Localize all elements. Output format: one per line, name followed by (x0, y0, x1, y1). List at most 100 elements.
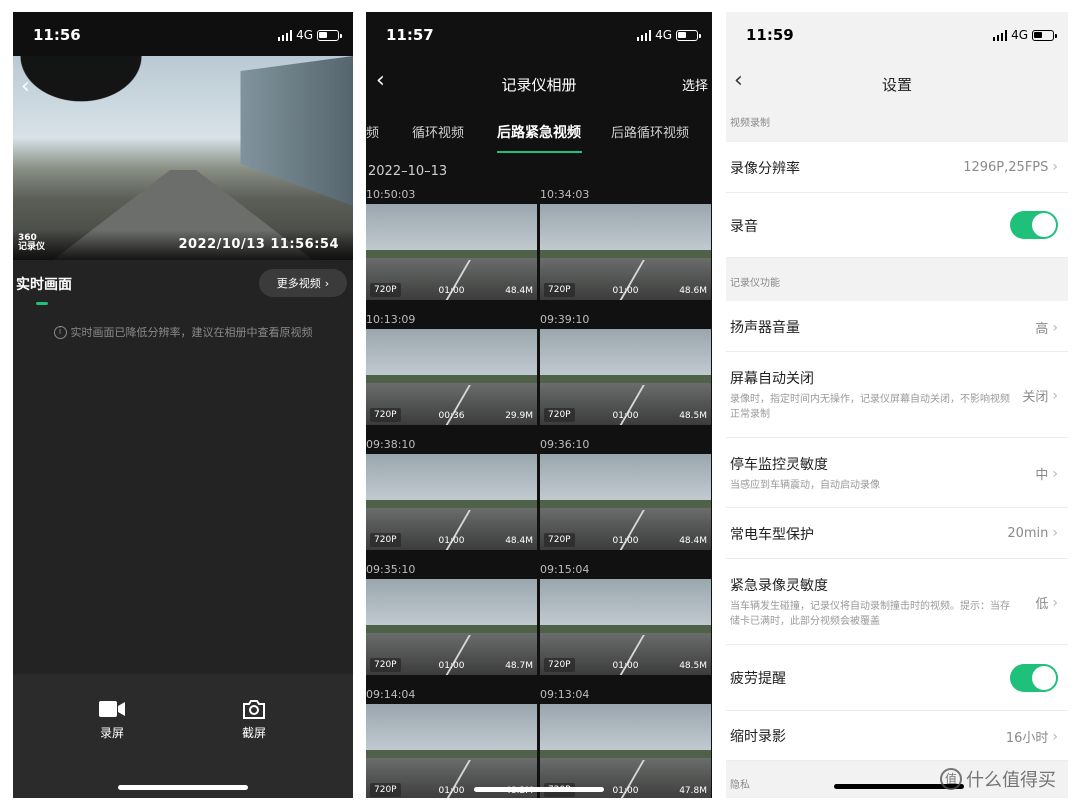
bottom-action-bar: 录屏 截屏 (13, 674, 353, 798)
settings-screen: 11:59 4G ‹ 设置 视频录制 录像分辨率 1296P,25FPS › 录音… (726, 12, 1068, 798)
video-start-time: 09:39:10 (540, 313, 590, 326)
battery-icon (676, 29, 701, 41)
record-screen-button[interactable]: 录屏 (77, 694, 147, 741)
fatigue-toggle[interactable] (1010, 664, 1058, 692)
video-thumbnail[interactable]: 720P01:0048.2M (366, 704, 537, 798)
audio-toggle[interactable] (1010, 211, 1058, 239)
video-item[interactable]: 09:15:04 720P 01:00 48.5M (540, 563, 711, 675)
chevron-right-icon: › (324, 276, 330, 290)
video-item[interactable]: 10:34:03 720P 01:00 48.6M (540, 188, 711, 300)
battery-icon (317, 29, 342, 41)
home-indicator[interactable] (118, 785, 248, 790)
back-arrow-icon[interactable]: ‹ (21, 74, 30, 99)
network-label: 4G (655, 28, 672, 42)
page-title: 设置 (881, 76, 912, 94)
chevron-right-icon: › (1052, 594, 1058, 611)
home-indicator[interactable] (474, 787, 604, 792)
video-thumbnail[interactable]: 720P 01:00 48.5M (540, 579, 711, 675)
more-videos-button[interactable]: 更多视频 › (259, 269, 347, 297)
video-size: 48.6M (679, 286, 707, 296)
site-watermark: 值 什么值得买 (940, 766, 1056, 792)
setting-battery-protection[interactable]: 常电车型保护 20min › (726, 508, 1068, 559)
setting-screen-auto-off[interactable]: 屏幕自动关闭 录像时，指定时间内无操作，记录仪屏幕自动关闭，不影响视频正常录制 … (726, 352, 1068, 438)
video-thumbnail[interactable]: 720P 01:00 48.7M (366, 579, 537, 675)
video-thumbnail[interactable]: 720P 01:00 48.4M (366, 204, 537, 300)
setting-fatigue-reminder: 疲劳提醒 (726, 645, 1068, 711)
video-start-time: 10:50:03 (366, 188, 416, 201)
info-icon: i (53, 325, 67, 339)
tab-indicator (36, 302, 48, 305)
date-header: 2022–10–13 (368, 164, 448, 179)
video-size: 48.4M (679, 536, 707, 546)
album-nav-bar: ‹ 记录仪相册 选择 (366, 62, 712, 102)
video-item[interactable]: 09:36:10 720P 01:00 48.4M (540, 438, 711, 550)
video-thumbnail[interactable]: 720P 01:00 48.4M (366, 454, 537, 550)
video-thumbnail[interactable]: 720P 00:36 29.9M (366, 329, 537, 425)
status-time: 11:56 (33, 26, 81, 44)
status-time: 11:59 (746, 26, 794, 44)
video-item[interactable]: 09:13:04 720P01:0047.8M (540, 688, 711, 798)
network-label: 4G (1011, 28, 1028, 42)
video-camera-icon (77, 694, 147, 724)
watermark-logo: 值 (940, 768, 962, 790)
album-screen: 11:57 4G ‹ 记录仪相册 选择 频 循环视频 后路紧急视频 后路循环视频… (366, 12, 712, 798)
page-title: 记录仪相册 (501, 76, 577, 94)
video-size: 48.4M (505, 286, 533, 296)
live-view-screen: 11:56 4G ‹ 360 记录仪 2022/10/13 11:56:54 实… (13, 12, 353, 798)
chevron-right-icon: › (1052, 728, 1058, 745)
section-recorder-functions: 记录仪功能 (730, 278, 780, 289)
video-start-time: 09:38:10 (366, 438, 416, 451)
tab-partial[interactable]: 频 (366, 122, 379, 141)
video-item[interactable]: 10:13:09 720P 00:36 29.9M (366, 313, 537, 425)
video-start-time: 10:34:03 (540, 188, 590, 201)
setting-speaker-volume[interactable]: 扬声器音量 高 › (726, 301, 1068, 352)
setting-timelapse[interactable]: 缩时录影 16小时 › (726, 711, 1068, 761)
settings-nav-bar: ‹ 设置 (726, 62, 1068, 106)
video-size: 48.5M (679, 661, 707, 671)
video-size: 48.5M (679, 411, 707, 421)
chevron-right-icon: › (1052, 319, 1058, 336)
video-item[interactable]: 09:39:10 720P 01:00 48.5M (540, 313, 711, 425)
tab-loop-video[interactable]: 循环视频 (412, 122, 464, 141)
signal-icon (992, 29, 1008, 41)
select-button[interactable]: 选择 (682, 75, 708, 94)
battery-icon (1032, 29, 1057, 41)
section-privacy: 隐私 (730, 780, 750, 791)
video-start-time: 09:14:04 (366, 688, 416, 701)
video-thumbnail[interactable]: 720P 01:00 48.6M (540, 204, 711, 300)
setting-audio: 录音 (726, 193, 1068, 258)
resolution-hint: i 实时画面已降低分辨率，建议在相册中查看原视频 (13, 324, 353, 340)
video-item[interactable]: 09:38:10 720P 01:00 48.4M (366, 438, 537, 550)
setting-parking-sensitivity[interactable]: 停车监控灵敏度 当感应到车辆震动，自动启动录像 中 › (726, 438, 1068, 508)
video-thumbnail[interactable]: 720P01:0047.8M (540, 704, 711, 798)
video-thumbnail[interactable]: 720P 01:00 48.4M (540, 454, 711, 550)
status-bar: 11:59 4G (726, 12, 1068, 56)
tab-rear-loop[interactable]: 后路循环视频 (611, 122, 689, 141)
video-start-time: 09:15:04 (540, 563, 590, 576)
video-size: 48.4M (505, 536, 533, 546)
video-size: 47.8M (679, 786, 707, 796)
chevron-right-icon: › (1052, 525, 1058, 541)
video-timestamp: 2022/10/13 11:56:54 (178, 237, 339, 252)
recorder-logo: 360 记录仪 (18, 233, 46, 252)
signal-icon (636, 29, 652, 41)
section-video-recording: 视频录制 (730, 118, 770, 129)
video-item[interactable]: 10:50:03 720P 01:00 48.4M (366, 188, 537, 300)
setting-resolution[interactable]: 录像分辨率 1296P,25FPS › (726, 142, 1068, 193)
live-tab-row: 实时画面 更多视频 › (13, 266, 353, 306)
status-bar: 11:57 4G (366, 12, 712, 56)
status-time: 11:57 (386, 26, 434, 44)
video-start-time: 10:13:09 (366, 313, 416, 326)
video-size: 29.9M (505, 411, 533, 421)
signal-icon (277, 29, 293, 41)
setting-emergency-sensitivity[interactable]: 紧急录像灵敏度 当车辆发生碰撞，记录仪将自动录制撞击时的视频。提示：当存储卡已满… (726, 559, 1068, 645)
tab-rear-emergency[interactable]: 后路紧急视频 (497, 122, 581, 142)
chevron-right-icon: › (1052, 159, 1058, 175)
video-item[interactable]: 09:14:04 720P01:0048.2M (366, 688, 537, 798)
screenshot-button[interactable]: 截屏 (219, 694, 289, 741)
video-thumbnail[interactable]: 720P 01:00 48.5M (540, 329, 711, 425)
status-bar: 11:56 4G (13, 12, 353, 56)
live-video-feed[interactable]: ‹ 360 记录仪 2022/10/13 11:56:54 (13, 56, 353, 260)
tab-live-view[interactable]: 实时画面 (16, 274, 72, 294)
video-item[interactable]: 09:35:10 720P 01:00 48.7M (366, 563, 537, 675)
